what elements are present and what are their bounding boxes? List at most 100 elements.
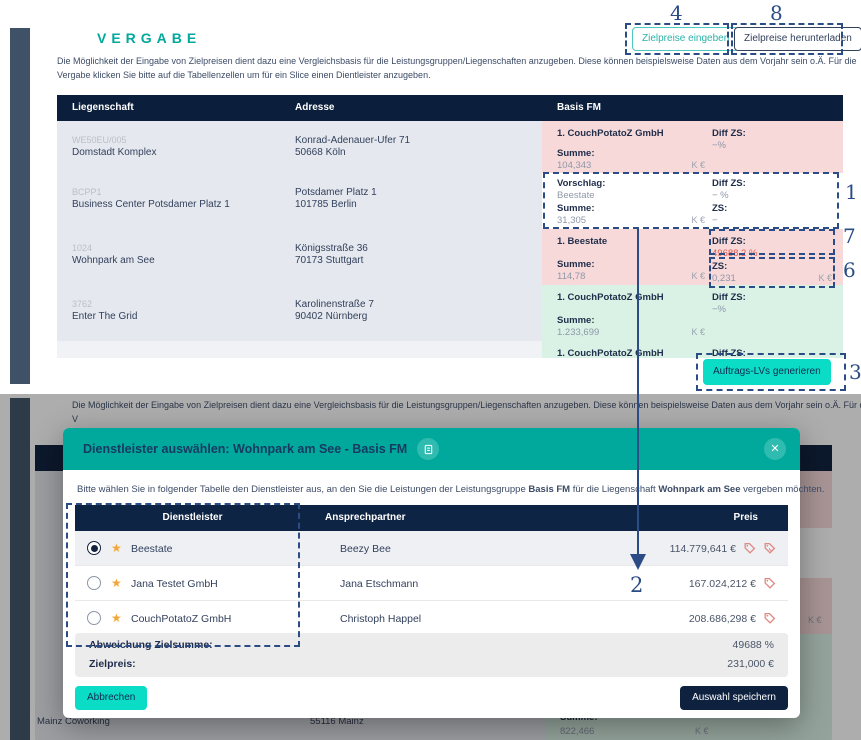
address-city: 50668 Köln — [295, 147, 346, 158]
page-title: VERGABE — [97, 30, 201, 46]
annotation-arrowhead — [630, 554, 646, 570]
provider-name: 1. CouchPotatoZ GmbH — [557, 292, 664, 303]
table-row[interactable]: 1024 Wohnpark am See Königsstraße 36 701… — [57, 229, 843, 285]
provider-table-header: Dienstleister Ansprechpartner Preis — [75, 505, 788, 531]
target-summary-box: Abweichung Zielsumme: 49688 % Zielpreis:… — [75, 633, 788, 677]
summe-value: 1.233,699 — [557, 327, 599, 338]
provider-table: Dienstleister Ansprechpartner Preis ★ Be… — [75, 505, 788, 636]
price-tag-icon[interactable] — [763, 542, 776, 555]
desc-property-name: Wohnpark am See — [658, 484, 740, 495]
diff-zs-label: Diff ZS: — [712, 348, 746, 358]
deviation-label: Abweichung Zielsumme: — [89, 639, 213, 651]
address-street: Königsstraße 36 — [295, 243, 368, 254]
zs-unit: K € — [818, 273, 832, 283]
diff-zs-label: Diff ZS: — [712, 128, 746, 139]
intro-text-line2: Vergabe klicken Sie bitte auf die Tabell… — [57, 70, 431, 80]
vorschlag-label: Vorschlag: — [557, 178, 605, 189]
provider-name: 1. CouchPotatoZ GmbH — [557, 348, 664, 358]
annotation-number-6: 6 — [843, 258, 856, 282]
save-selection-button[interactable]: Auswahl speichern — [680, 686, 788, 710]
star-icon: ★ — [111, 576, 122, 590]
price-tag-icon[interactable] — [743, 542, 756, 555]
generate-order-lvs-button[interactable]: Auftrags-LVs generieren — [703, 359, 831, 385]
price-tag-icon[interactable] — [763, 612, 776, 625]
basis-fm-cell[interactable]: 1. CouchPotatoZ GmbH Summe: 104,343 K € … — [542, 121, 843, 173]
summe-value: 104,343 — [557, 160, 591, 171]
annotation-number-4: 4 — [670, 1, 683, 25]
property-name: Business Center Potsdamer Platz 1 — [72, 199, 230, 210]
enter-target-prices-button[interactable]: Zielpreise eingeben — [632, 27, 739, 51]
basis-fm-cell[interactable]: 1. CouchPotatoZ GmbH Diff ZS: — [542, 341, 843, 358]
address-street: Karolinenstraße 7 — [295, 299, 374, 310]
close-icon[interactable]: ✕ — [764, 438, 786, 460]
price-value: 208.686,298 € — [689, 613, 756, 625]
diff-zs-value: −% — [712, 304, 726, 315]
summe-value: 31,305 — [557, 215, 586, 226]
screenshot-canvas: VERGABE Die Möglichkeit der Eingabe von … — [0, 0, 861, 740]
deviation-value: 49688 % — [733, 639, 774, 651]
annotation-number-2: 2 — [630, 573, 643, 597]
col-header-adresse: Adresse — [295, 102, 334, 113]
contact-name: Jana Etschmann — [340, 578, 418, 590]
basis-fm-cell[interactable]: 1. Beestate Summe: 114,78 K € Diff ZS: 4… — [542, 229, 843, 285]
property-code: 3762 — [72, 299, 92, 309]
annotation-number-7: 7 — [843, 224, 856, 248]
diff-zs-value: − % — [712, 190, 729, 201]
download-target-prices-button[interactable]: Zielpreise herunterladen — [734, 27, 861, 51]
cancel-button[interactable]: Abbrechen — [75, 686, 147, 710]
diff-zs-label: Diff ZS: — [712, 178, 746, 189]
summe-label: Summe: — [557, 148, 594, 159]
summe-unit: K € — [691, 327, 705, 337]
zs-label: ZS: — [712, 261, 727, 272]
select-provider-modal: Dienstleister auswählen: Wohnpark am See… — [63, 428, 800, 718]
modal-description: Bitte wählen Sie in folgender Tabelle de… — [77, 484, 824, 495]
vergabe-table[interactable]: Liegenschaft Adresse Basis FM WE50EU/005… — [57, 95, 843, 358]
desc-text: vergeben möchten. — [741, 484, 825, 495]
star-icon: ★ — [111, 611, 122, 625]
annotation-number-8: 8 — [770, 1, 783, 25]
left-nav-strip — [10, 28, 30, 384]
target-price-label: Zielpreis: — [89, 658, 136, 670]
radio-unselected[interactable] — [87, 576, 101, 590]
radio-selected[interactable] — [87, 541, 101, 555]
star-icon: ★ — [111, 541, 122, 555]
col-header-dienstleister: Dienstleister — [75, 512, 310, 523]
address-street: Potsdamer Platz 1 — [295, 187, 377, 198]
price-tag-icon[interactable] — [763, 577, 776, 590]
price-value: 114.779,641 € — [670, 543, 736, 555]
target-price-value: 231,000 € — [727, 658, 774, 670]
annotation-number-1: 1 — [845, 180, 858, 204]
col-header-ansprechpartner: Ansprechpartner — [325, 512, 406, 523]
provider-row[interactable]: ★ Beestate Beezy Bee 114.779,641 € — [75, 531, 788, 566]
summe-unit: K € — [691, 215, 705, 225]
table-row[interactable]: BCPP1 Business Center Potsdamer Platz 1 … — [57, 173, 843, 229]
address-city: 90402 Nürnberg — [295, 311, 367, 322]
desc-text: für die Liegenschaft — [570, 484, 658, 495]
vorschlag-value: Beestate — [557, 190, 595, 201]
basis-fm-cell[interactable]: 1. CouchPotatoZ GmbH Summe: 1.233,699 K … — [542, 285, 843, 341]
contact-name: Christoph Happel — [340, 613, 421, 625]
contact-name: Beezy Bee — [340, 543, 391, 555]
summe-unit: K € — [691, 160, 705, 170]
diff-zs-value: −% — [712, 140, 726, 151]
diff-zs-label: Diff ZS: — [712, 236, 746, 247]
address-street: Konrad-Adenauer-Ufer 71 — [295, 135, 410, 146]
table-row[interactable]: 3762 Enter The Grid Karolinenstraße 7 90… — [57, 285, 843, 341]
table-row[interactable]: 1. CouchPotatoZ GmbH Diff ZS: — [57, 341, 843, 358]
radio-unselected[interactable] — [87, 611, 101, 625]
summe-label: Summe: — [557, 203, 594, 214]
summe-label: Summe: — [557, 315, 594, 326]
provider-row[interactable]: ★ CouchPotatoZ GmbH Christoph Happel 208… — [75, 601, 788, 636]
property-code: 1024 — [72, 243, 92, 253]
desc-group-name: Basis FM — [528, 484, 570, 495]
modal-header: Dienstleister auswählen: Wohnpark am See… — [63, 428, 800, 470]
provider-name: Jana Testet GmbH — [131, 578, 218, 590]
summe-value: 114,78 — [557, 271, 585, 282]
provider-row[interactable]: ★ Jana Testet GmbH Jana Etschmann 167.02… — [75, 566, 788, 601]
basis-fm-cell[interactable]: Vorschlag: Beestate Summe: 31,305 K € Di… — [542, 173, 843, 229]
provider-name: 1. Beestate — [557, 236, 607, 247]
provider-name: CouchPotatoZ GmbH — [131, 613, 231, 625]
document-badge-icon — [417, 438, 439, 460]
table-row[interactable]: WE50EU/005 Domstadt Komplex Konrad-Adena… — [57, 121, 843, 173]
property-code: WE50EU/005 — [72, 135, 127, 145]
